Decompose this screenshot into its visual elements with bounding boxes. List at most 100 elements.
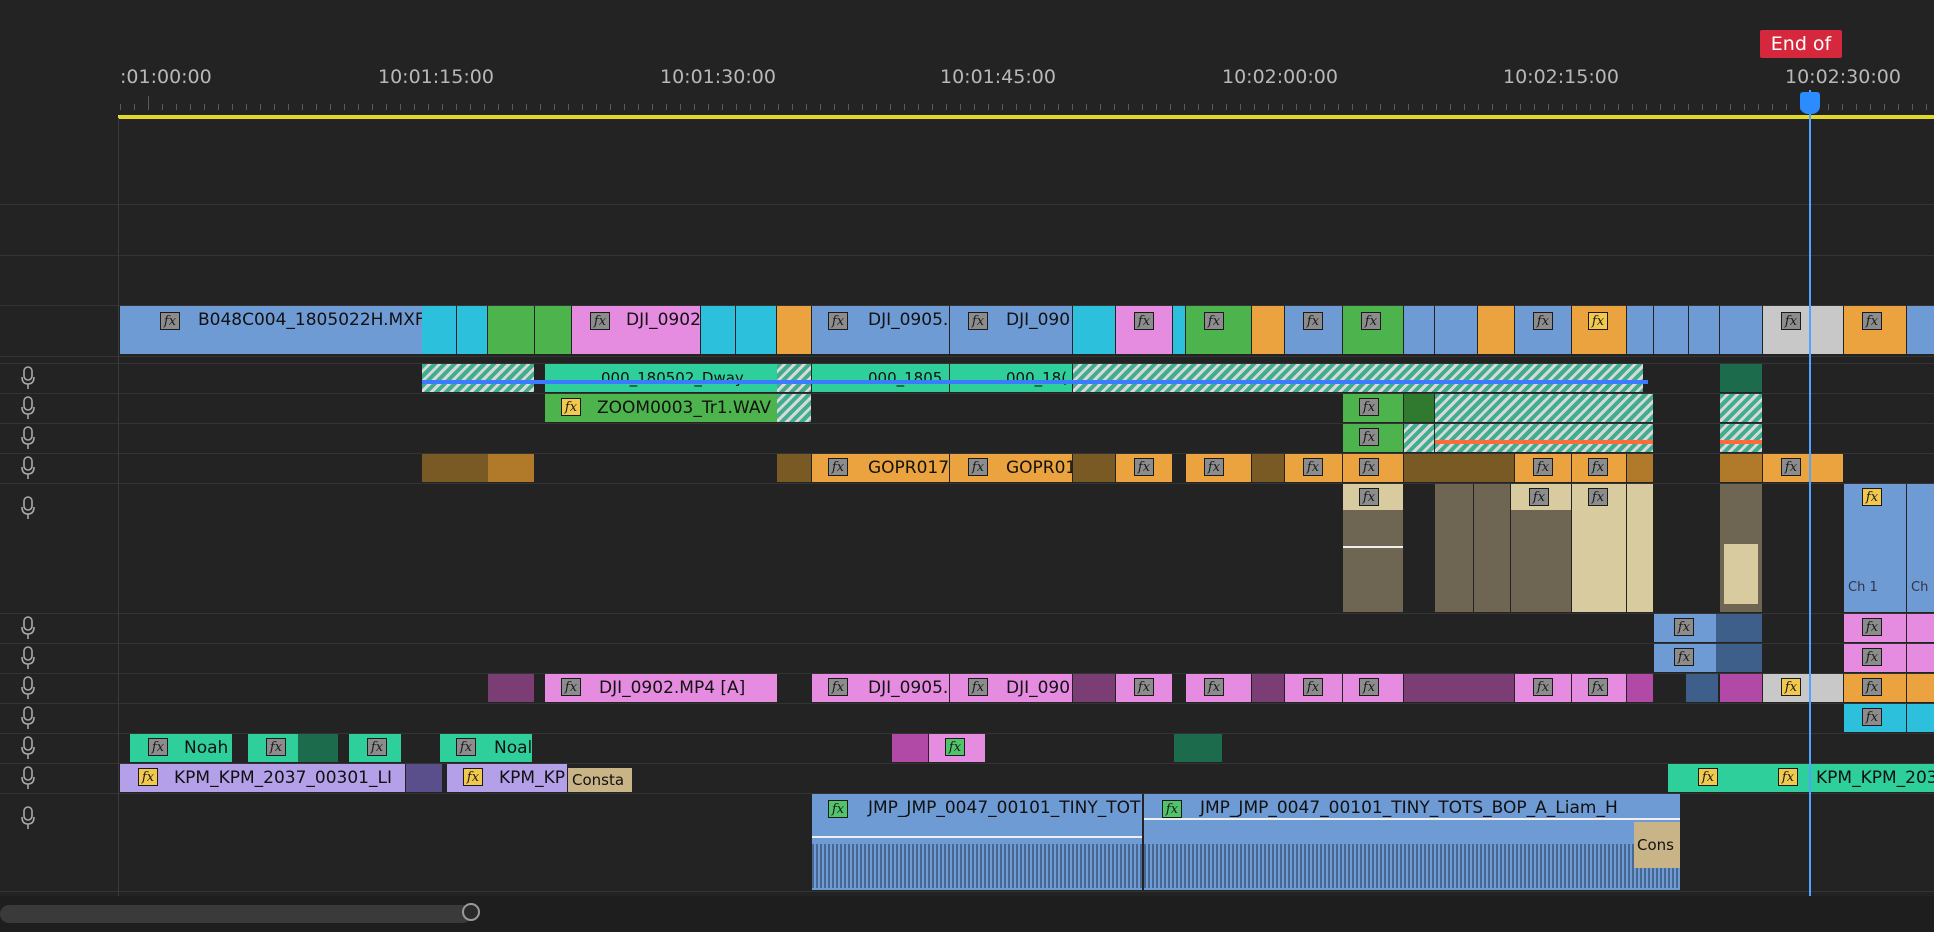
video-clip[interactable]: fx B048C004_1805022H.MXF: [120, 306, 422, 354]
audio-clip[interactable]: [1720, 484, 1762, 612]
zoom-handle[interactable]: [462, 903, 480, 921]
audio-clip[interactable]: [1073, 454, 1115, 482]
audio-clip[interactable]: fx: [248, 734, 338, 762]
audio-clip[interactable]: [1404, 394, 1434, 422]
video-clip[interactable]: fx: [1343, 306, 1403, 354]
video-clip[interactable]: [488, 306, 534, 354]
video-clip[interactable]: fx: [1763, 306, 1843, 354]
time-ruler[interactable]: :01:00:00 10:01:15:00 10:01:30:00 10:01:…: [0, 0, 1934, 118]
microphone-icon[interactable]: [21, 426, 35, 450]
audio-clip[interactable]: fx: [1572, 454, 1626, 482]
microphone-icon[interactable]: [21, 366, 35, 390]
audio-clip[interactable]: fx: [1654, 644, 1716, 672]
audio-clip[interactable]: fx DJI_090: [950, 674, 1072, 702]
video-clip[interactable]: [535, 306, 571, 354]
audio-clip[interactable]: fx: [1116, 674, 1172, 702]
audio-clip[interactable]: [1907, 644, 1934, 672]
audio-clip[interactable]: fx: [1285, 454, 1342, 482]
video-clip[interactable]: fx DJI_090: [950, 306, 1072, 354]
microphone-icon[interactable]: [21, 736, 35, 760]
audio-clip[interactable]: [1252, 674, 1284, 702]
video-clip[interactable]: [1720, 306, 1762, 354]
audio-clip[interactable]: [1716, 644, 1762, 672]
playhead-line[interactable]: [1809, 90, 1811, 896]
audio-clip[interactable]: fx: [1515, 454, 1571, 482]
audio-clip[interactable]: [1404, 454, 1514, 482]
transition[interactable]: Consta: [568, 768, 632, 792]
audio-clip[interactable]: [1627, 674, 1653, 702]
video-clip[interactable]: fx: [1186, 306, 1251, 354]
video-clip[interactable]: [1173, 306, 1185, 354]
audio-clip[interactable]: [1720, 674, 1762, 702]
audio-clip[interactable]: fx KPM_KP: [447, 764, 567, 792]
audio-clip[interactable]: fx: [1844, 644, 1906, 672]
audio-clip[interactable]: fx: [1668, 764, 1760, 792]
audio-clip[interactable]: [1404, 674, 1514, 702]
microphone-icon[interactable]: [21, 496, 35, 520]
video-clip[interactable]: fx DJI_0905.I: [812, 306, 949, 354]
video-clip[interactable]: fx: [1515, 306, 1571, 354]
microphone-icon[interactable]: [21, 456, 35, 480]
audio-clip[interactable]: [488, 674, 534, 702]
audio-clip[interactable]: [1907, 614, 1934, 642]
audio-clip[interactable]: fx: [1186, 674, 1251, 702]
scrollbar-thumb[interactable]: [0, 905, 472, 923]
audio-clip[interactable]: [1720, 424, 1762, 452]
video-clip[interactable]: [1478, 306, 1514, 354]
video-clip[interactable]: [1073, 306, 1115, 354]
audio-clip[interactable]: [1627, 454, 1653, 482]
audio-clip[interactable]: [1720, 394, 1762, 422]
audio-clip[interactable]: [1073, 364, 1643, 392]
audio-clip[interactable]: fx: [1343, 394, 1403, 422]
audio-clip[interactable]: fx: [1515, 674, 1571, 702]
video-clip[interactable]: fx: [1285, 306, 1342, 354]
audio-clip[interactable]: fx KPM_KPM_2037_00301_LI: [120, 764, 405, 792]
audio-clip[interactable]: [1686, 674, 1718, 702]
audio-clip[interactable]: fx: [1343, 674, 1403, 702]
audio-clip[interactable]: [1435, 394, 1653, 422]
audio-clip[interactable]: [1404, 424, 1434, 452]
video-clip[interactable]: [422, 306, 456, 354]
audio-clip[interactable]: fx Noal: [440, 734, 532, 762]
audio-clip[interactable]: fx JMP_JMP_0047_00101_TINY_TOTS_BOP_A_Li…: [1144, 794, 1680, 890]
audio-clip[interactable]: [1716, 614, 1762, 642]
audio-clip[interactable]: fx: [1343, 484, 1403, 612]
video-clip[interactable]: fx: [1116, 306, 1172, 354]
audio-clip[interactable]: fx: [1116, 454, 1172, 482]
audio-clip[interactable]: [1720, 364, 1762, 392]
audio-clip[interactable]: fx: [1511, 484, 1571, 612]
audio-clip[interactable]: fx: [1844, 674, 1906, 702]
audio-clip[interactable]: [1627, 484, 1653, 612]
audio-clip[interactable]: 000_180502_Dway: [545, 364, 777, 392]
video-clip[interactable]: fx: [1844, 306, 1906, 354]
audio-clip[interactable]: fx GOPR01: [950, 454, 1072, 482]
audio-clip[interactable]: [1435, 484, 1473, 612]
audio-clip[interactable]: [1435, 424, 1653, 452]
video-clip[interactable]: [701, 306, 735, 354]
audio-clip[interactable]: fx GOPR017: [812, 454, 949, 482]
video-clip[interactable]: [777, 306, 811, 354]
video-clip[interactable]: [1654, 306, 1688, 354]
audio-clip[interactable]: fx: [349, 734, 401, 762]
audio-clip[interactable]: [777, 394, 811, 422]
audio-clip[interactable]: [1720, 454, 1762, 482]
audio-clip[interactable]: fx Noah: [130, 734, 232, 762]
audio-clip[interactable]: fx: [1572, 674, 1626, 702]
audio-clip[interactable]: fx: [1285, 674, 1342, 702]
audio-clip[interactable]: [777, 454, 811, 482]
audio-clip[interactable]: fx Ch 1: [1844, 484, 1906, 612]
audio-clip[interactable]: [1474, 484, 1510, 612]
playhead-handle[interactable]: [1800, 92, 1820, 114]
audio-clip[interactable]: 000_18(: [950, 364, 1072, 392]
audio-clip[interactable]: [892, 734, 928, 762]
audio-clip[interactable]: fx: [1343, 454, 1403, 482]
microphone-icon[interactable]: [21, 676, 35, 700]
microphone-icon[interactable]: [21, 806, 35, 830]
video-clip[interactable]: [1907, 306, 1934, 354]
audio-clip[interactable]: fx DJI_0905.: [812, 674, 949, 702]
video-clip[interactable]: [1252, 306, 1284, 354]
audio-clip[interactable]: fx: [1844, 704, 1906, 732]
video-clip[interactable]: [457, 306, 487, 354]
audio-clip[interactable]: [777, 364, 811, 392]
video-clip[interactable]: [1689, 306, 1719, 354]
